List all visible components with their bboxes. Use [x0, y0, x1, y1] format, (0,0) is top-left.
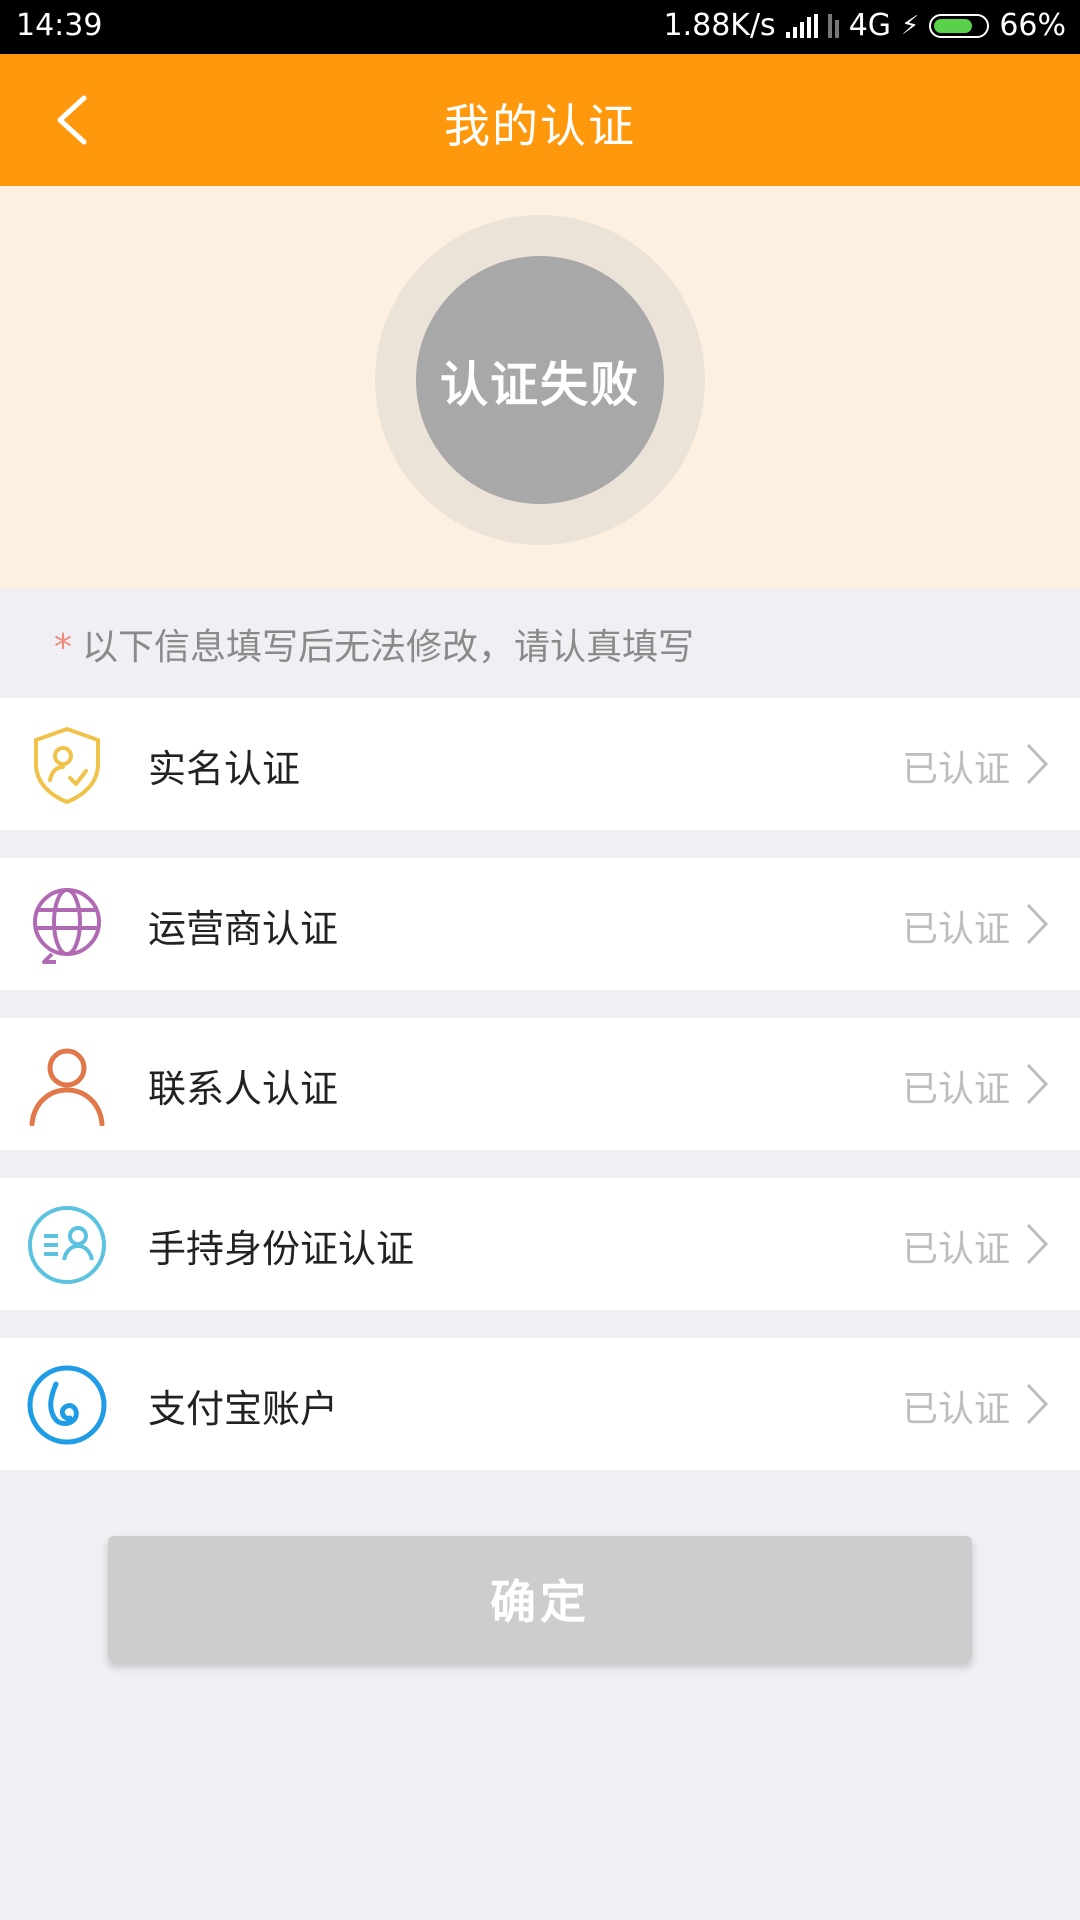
- shield-user-icon: [34, 726, 100, 805]
- chevron-right-icon: [1026, 1223, 1049, 1265]
- globe-icon: [33, 888, 101, 964]
- chevron-right-icon: [1026, 1063, 1049, 1105]
- chevron-right-icon: [1026, 903, 1049, 945]
- battery-icon: [929, 13, 990, 38]
- verification-status-panel: 认证失败: [0, 186, 1080, 588]
- list-item-label: 联系人认证: [148, 1067, 339, 1111]
- list-item-contacts[interactable]: 联系人认证 已认证: [0, 1018, 1080, 1150]
- list-item-hold-id[interactable]: 手持身份证认证 已认证: [0, 1178, 1080, 1310]
- title-bar: 我的认证: [0, 54, 1080, 186]
- person-icon: [29, 1048, 105, 1126]
- list-item-status: 已认证: [901, 1229, 1010, 1270]
- list-item-status: 已认证: [901, 1389, 1010, 1430]
- charging-icon: ⚡: [901, 10, 920, 41]
- status-bar: 14:39 1.88K/s 4G ⚡ 66%: [0, 0, 1080, 54]
- list-item-label: 支付宝账户: [148, 1387, 339, 1431]
- network-speed: 1.88K/s: [663, 8, 776, 43]
- status-time: 14:39: [16, 8, 103, 43]
- battery-level: 66%: [999, 8, 1066, 43]
- notice-text: * 以下信息填写后无法修改，请认真填写: [54, 618, 694, 670]
- network-type: 4G: [848, 8, 892, 43]
- list-item-real-name[interactable]: 实名认证 已认证: [0, 698, 1080, 830]
- alipay-icon: [27, 1365, 107, 1445]
- chevron-right-icon: [1026, 743, 1049, 785]
- list-item-carrier[interactable]: 运营商认证 已认证: [0, 858, 1080, 990]
- list-item-status: 已认证: [901, 749, 1010, 790]
- list-item-status: 已认证: [901, 909, 1010, 950]
- chevron-right-icon: [1026, 1383, 1049, 1425]
- list-item-alipay[interactable]: 支付宝账户 已认证: [0, 1338, 1080, 1470]
- list-item-label: 手持身份证认证: [148, 1227, 415, 1271]
- required-star: *: [54, 627, 72, 668]
- list-item-label: 实名认证: [148, 747, 301, 791]
- data-transfer-icon: [827, 13, 839, 38]
- signal-icon: [785, 13, 818, 38]
- status-circle: 认证失败: [416, 256, 664, 504]
- status-ring: 认证失败: [375, 215, 705, 545]
- list-item-label: 运营商认证: [148, 907, 339, 951]
- page-title: 我的认证: [444, 99, 636, 153]
- notice-message: 以下信息填写后无法修改，请认真填写: [82, 627, 695, 668]
- list-item-status: 已认证: [901, 1069, 1010, 1110]
- status-icons: 1.88K/s 4G ⚡ 66%: [663, 8, 1066, 43]
- confirm-button[interactable]: 确定: [108, 1536, 972, 1662]
- id-card-icon: [28, 1206, 106, 1284]
